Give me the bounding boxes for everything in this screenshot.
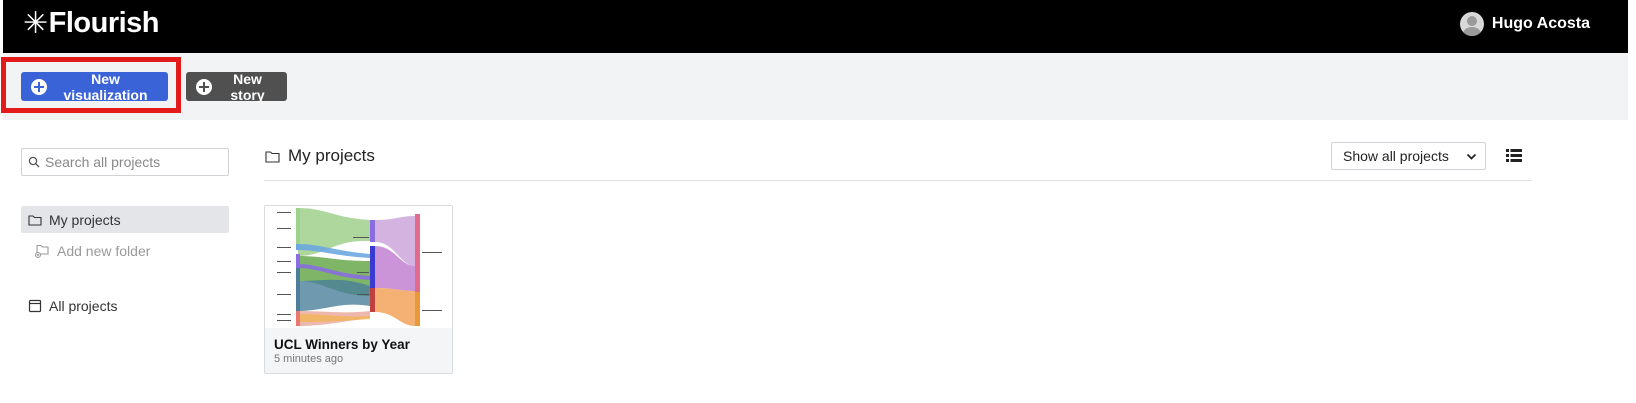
sidebar-item-label: My projects bbox=[49, 211, 121, 228]
search-input[interactable] bbox=[45, 154, 215, 170]
plus-circle-icon bbox=[31, 78, 47, 95]
page-title-text: My projects bbox=[288, 146, 375, 165]
sidebar-item-add-folder[interactable]: Add new folder bbox=[21, 237, 229, 264]
sidebar-item-all-projects[interactable]: All projects bbox=[21, 292, 229, 319]
project-filter-value: Show all projects bbox=[1343, 148, 1449, 164]
new-visualization-button[interactable]: New visualization bbox=[21, 70, 168, 103]
search-box bbox=[21, 148, 229, 176]
sidebar-item-label: All projects bbox=[49, 297, 118, 314]
top-bar: ✳ Flourish Hugo Acosta bbox=[3, 0, 1628, 53]
project-updated: 5 minutes ago bbox=[274, 353, 344, 365]
chevron-down-icon bbox=[1466, 153, 1477, 160]
sidebar-item-label: Add new folder bbox=[57, 242, 151, 259]
avatar bbox=[1459, 12, 1484, 36]
sidebar-item-my-projects[interactable]: My projects bbox=[21, 206, 229, 233]
project-card[interactable]: UCL Winners by Year 5 minutes ago bbox=[264, 205, 453, 374]
box-icon bbox=[28, 299, 42, 312]
user-menu[interactable]: Hugo Acosta bbox=[1459, 12, 1590, 36]
sankey-thumbnail bbox=[265, 206, 452, 328]
flourish-logo[interactable]: ✳ Flourish bbox=[23, 6, 160, 41]
project-title: UCL Winners by Year bbox=[274, 337, 410, 352]
add-folder-icon bbox=[35, 244, 49, 258]
user-name: Hugo Acosta bbox=[1491, 15, 1590, 32]
plus-circle-icon bbox=[196, 78, 212, 95]
page-title: My projects bbox=[265, 146, 375, 166]
new-visualization-label: New visualization bbox=[63, 70, 148, 103]
project-filter-select[interactable]: Show all projects bbox=[1331, 142, 1486, 170]
search-icon bbox=[28, 156, 40, 168]
new-story-label: New story bbox=[230, 70, 265, 103]
header-divider bbox=[264, 180, 1532, 181]
logo-text: Flourish bbox=[48, 7, 160, 39]
folder-icon bbox=[28, 214, 42, 226]
list-view-icon[interactable] bbox=[1506, 149, 1522, 162]
project-card-footer: UCL Winners by Year 5 minutes ago bbox=[265, 328, 452, 373]
new-story-button[interactable]: New story bbox=[186, 70, 287, 103]
folder-icon bbox=[265, 150, 280, 163]
logo-star-icon: ✳ bbox=[23, 7, 48, 40]
